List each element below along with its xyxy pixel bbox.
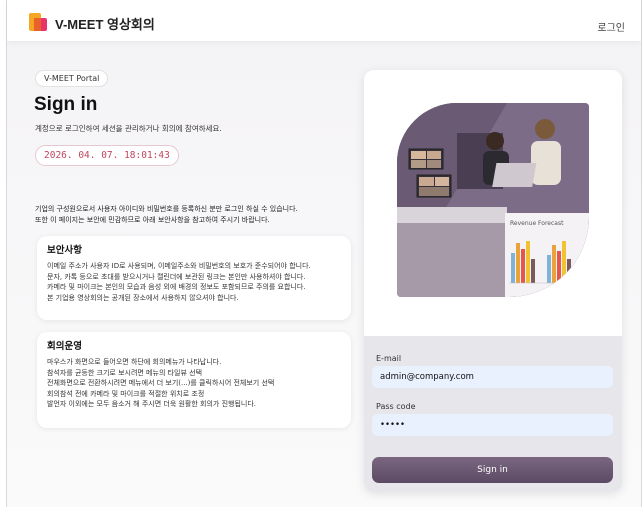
meeting-title: 회의운영 [47, 341, 82, 352]
meeting-illustration: Revenue Forecast [397, 103, 589, 297]
signin-button[interactable]: Sign in [372, 457, 613, 483]
security-line: 본 기업용 영상회의는 공개된 장소에서 사용하지 않으셔야 합니다. [47, 293, 239, 302]
security-line: 이메일 주소가 사용자 ID로 사용되며, 이메일주소와 비밀번호의 보호가 준… [47, 262, 311, 270]
meeting-card: 회의운영 마우스가 화면으로 들어오면 하단에 회의메뉴가 나타납니다. 참석자… [37, 332, 351, 428]
meeting-line: 마우스가 화면으로 들어오면 하단에 회의메뉴가 나타납니다. [47, 358, 222, 366]
meeting-line: 전체화면으로 전환하시려면 메뉴에서 더 보기(...)를 클릭하시어 전체보기… [47, 379, 275, 387]
meeting-line: 발언자 이외에는 모두 음소거 해 주시면 더욱 원활한 회의가 진행됩니다. [47, 400, 257, 408]
pass-label: Pass code [376, 402, 416, 411]
access-notice: 기업의 구성원으로서 사용자 아이디와 비밀번호를 등록하신 분만 로그인 하실… [35, 204, 345, 226]
security-card: 보안사항 이메일 주소가 사용자 ID로 사용되며, 이메일주소와 비밀번호의 … [37, 236, 351, 320]
hero-chart-title: Revenue Forecast [510, 220, 564, 227]
browser-frame: V-MEET 영상회의 로그인 V-MEET Portal Sign in 계정… [6, 0, 642, 507]
page-subtitle: 계정으로 로그인하여 세션을 관리하거나 회의에 참여하세요. [35, 124, 222, 133]
signin-panel: Revenue Forecast E-mail Pass code Sign i… [364, 70, 622, 492]
current-datetime: 2026. 04. 07. 18:01:43 [35, 145, 179, 166]
meeting-line: 참석자를 균등한 크기로 보시려면 메뉴의 타일뷰 선택 [47, 368, 203, 377]
email-input[interactable] [372, 366, 613, 388]
portal-badge: V-MEET Portal [35, 70, 109, 87]
meeting-line: 회의참석 전에 카메라 및 마이크를 적절한 위치로 조정 [47, 389, 205, 398]
notice-line: 또한 이 페이지는 보안에 민감하므로 아래 보안사항을 참고하여 주시기 바랍… [35, 216, 270, 224]
page-title: Sign in [34, 94, 98, 115]
login-link[interactable]: 로그인 [597, 19, 625, 34]
vmeet-logo-icon [29, 13, 47, 31]
security-line: 문자, 카톡 등으로 초대를 받으시거나 캘린더에 보관된 링크는 본인만 사용… [47, 272, 306, 281]
top-bar: V-MEET 영상회의 로그인 [7, 0, 641, 42]
security-title: 보안사항 [47, 245, 82, 256]
security-line: 카메라 및 마이크는 본인의 모습과 음성 외에 배경의 정보도 포함되므로 주… [47, 283, 306, 291]
notice-line: 기업의 구성원으로서 사용자 아이디와 비밀번호를 등록하신 분만 로그인 하실… [35, 205, 298, 213]
email-label: E-mail [376, 354, 402, 363]
brand-name: V-MEET 영상회의 [55, 17, 155, 32]
meeting-scene-image: Revenue Forecast [397, 103, 589, 297]
pass-input[interactable] [372, 414, 613, 436]
